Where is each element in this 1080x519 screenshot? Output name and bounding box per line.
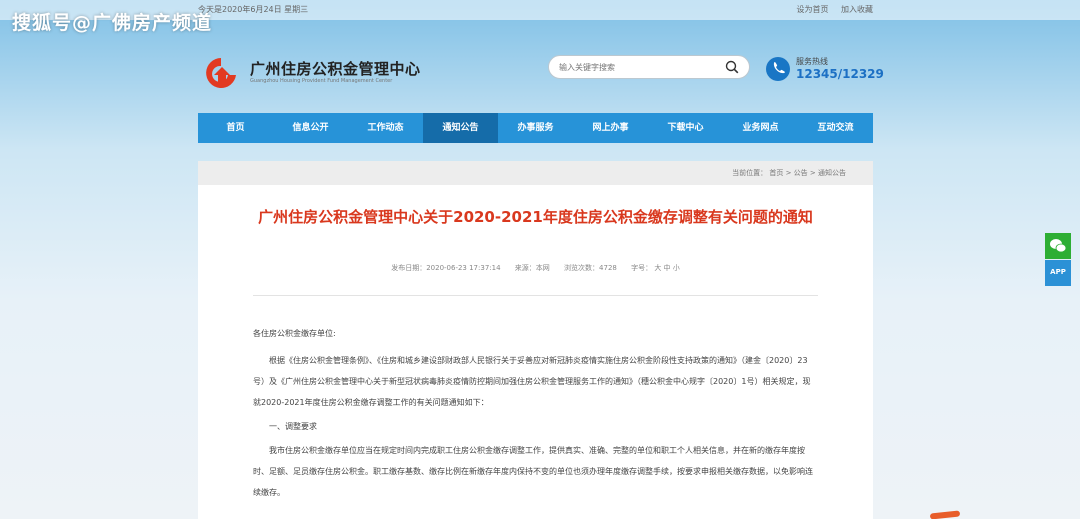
- wechat-side-button[interactable]: [1045, 233, 1071, 259]
- breadcrumb[interactable]: 当前位置： 首页 > 公告 > 通知公告: [732, 168, 846, 178]
- logo-name-en: Guangzhou Housing Provident Fund Managem…: [250, 78, 393, 84]
- corner-decoration: [929, 510, 961, 519]
- nav-item-home[interactable]: 首页: [198, 113, 273, 143]
- view-count: 浏览次数：4728: [564, 264, 617, 272]
- nav-item-services[interactable]: 办事服务: [498, 113, 573, 143]
- watermark: 搜狐号@广佛房产频道: [12, 12, 213, 34]
- set-home-link[interactable]: 设为首页: [796, 5, 828, 14]
- article-panel: 当前位置： 首页 > 公告 > 通知公告 广州住房公积金管理中心关于2020-2…: [198, 161, 873, 519]
- service-hotline: 服务热线 12345/12329: [766, 55, 884, 85]
- nav-item-notices[interactable]: 通知公告: [423, 113, 498, 143]
- hotline-label: 服务热线: [796, 57, 828, 66]
- phone-icon: [766, 57, 790, 81]
- app-side-button[interactable]: APP: [1045, 260, 1071, 286]
- nav-item-work-news[interactable]: 工作动态: [348, 113, 423, 143]
- hotline-number: 12345/12329: [796, 67, 884, 81]
- search-input[interactable]: [559, 60, 719, 75]
- nav-item-online-services[interactable]: 网上办事: [573, 113, 648, 143]
- search-box[interactable]: [548, 55, 750, 79]
- breadcrumb-bar: 当前位置： 首页 > 公告 > 通知公告: [198, 161, 873, 185]
- logo-name-cn: 广州住房公积金管理中心: [250, 60, 421, 78]
- article-title: 广州住房公积金管理中心关于2020-2021年度住房公积金缴存调整有关问题的通知: [258, 208, 813, 226]
- current-date: 今天是2020年6月24日 星期三: [198, 5, 309, 14]
- publish-date: 发布日期：2020-06-23 17:37:14: [391, 264, 501, 272]
- add-favorite-link[interactable]: 加入收藏: [841, 5, 873, 14]
- section-heading-1: 一、调整要求: [269, 422, 317, 431]
- paragraph-2: 我市住房公积金缴存单位应当在规定时间内完成职工住房公积金缴存调整工作，提供真实、…: [253, 446, 813, 497]
- article-source: 来源：本网: [514, 264, 550, 272]
- wechat-icon: [1050, 239, 1067, 253]
- search-icon[interactable]: [725, 60, 739, 74]
- article-body: 各住房公积金缴存单位: 根据《住房公积金管理条例》、《住房和城乡建设部财政部人民…: [253, 323, 818, 503]
- nav-item-branches[interactable]: 业务网点: [723, 113, 798, 143]
- app-label: APP: [1050, 268, 1066, 276]
- top-links: 设为首页 加入收藏: [786, 4, 873, 15]
- site-logo[interactable]: 广州住房公积金管理中心 Guangzhou Housing Provident …: [198, 55, 438, 91]
- article-meta: 发布日期：2020-06-23 17:37:14 来源：本网 浏览次数：4728…: [198, 263, 873, 273]
- logo-emblem-icon: [206, 58, 236, 88]
- divider: [253, 295, 818, 296]
- salutation: 各住房公积金缴存单位:: [253, 329, 336, 338]
- nav-item-downloads[interactable]: 下载中心: [648, 113, 723, 143]
- main-nav: 首页 信息公开 工作动态 通知公告 办事服务 网上办事 下载中心 业务网点 互动…: [198, 113, 873, 143]
- nav-item-interaction[interactable]: 互动交流: [798, 113, 873, 143]
- paragraph-1: 根据《住房公积金管理条例》、《住房和城乡建设部财政部人民银行关于妥善应对新冠肺炎…: [253, 356, 811, 407]
- font-size-switch[interactable]: 字号： 大 中 小: [631, 264, 680, 272]
- nav-item-info-disclosure[interactable]: 信息公开: [273, 113, 348, 143]
